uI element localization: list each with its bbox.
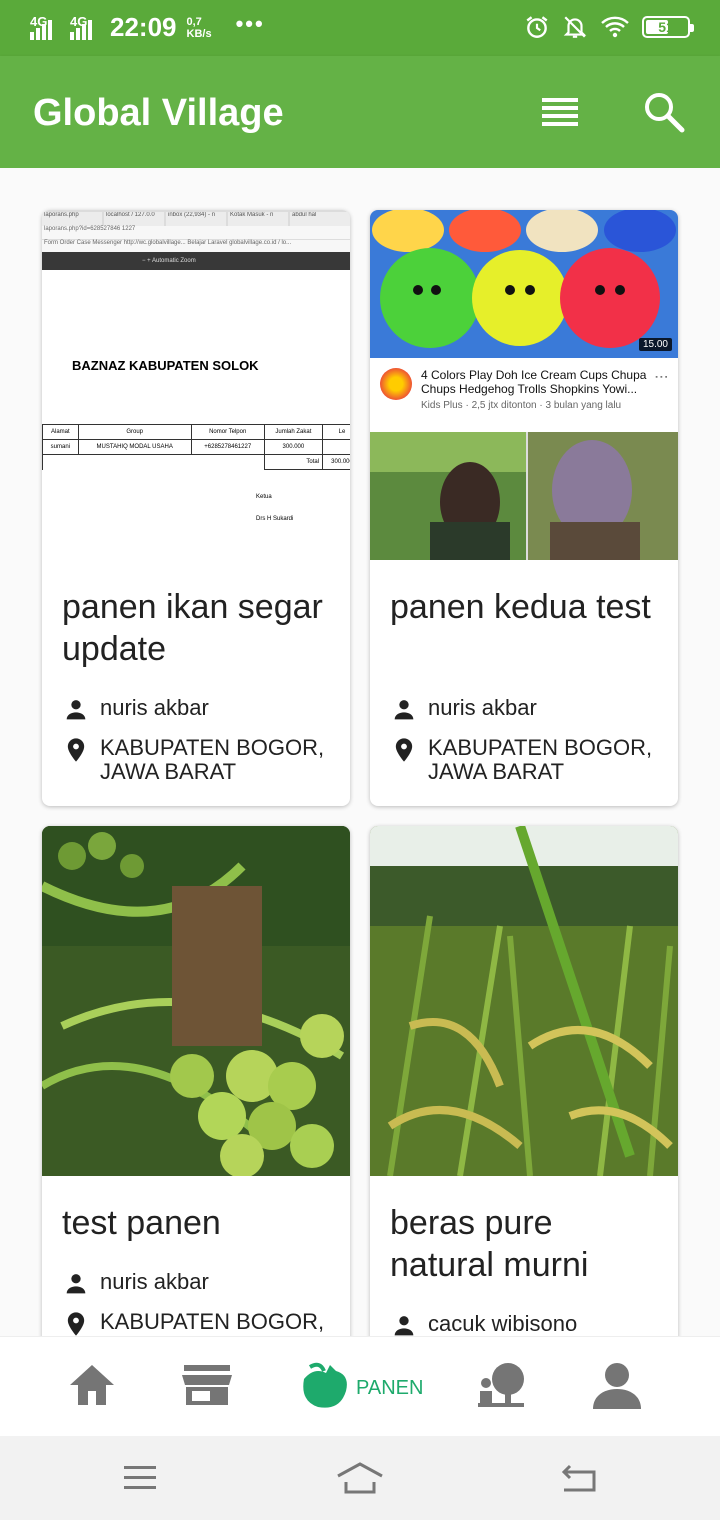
- search-icon[interactable]: [642, 90, 686, 134]
- card-image: [42, 826, 350, 1176]
- table-header-cell: Le: [322, 424, 350, 440]
- location-text: KABUPATEN BOGOR, JAWA BARAT: [428, 735, 653, 784]
- harvest-card[interactable]: test panen nuris akbar KABUPATEN BOGOR,: [42, 826, 350, 1336]
- notifications-off-icon: [563, 16, 587, 38]
- card-location: KABUPATEN BOGOR,: [62, 1310, 342, 1336]
- table-header-cell: Jumlah Zakat: [263, 424, 324, 440]
- coconut-photo: [42, 826, 350, 1176]
- more-notifications: •••: [235, 10, 265, 36]
- location-text: KABUPATEN BOGOR, JAWA BARAT: [100, 735, 325, 784]
- more-vert-icon: ⋮: [654, 370, 670, 384]
- card-user: nuris akbar: [62, 1270, 342, 1298]
- location-text: KABUPATEN BOGOR,: [100, 1309, 325, 1334]
- location-pin-icon: [67, 738, 85, 762]
- video-subtitle: Kids Plus · 2,5 jtx ditonton · 3 bulan y…: [421, 400, 622, 411]
- browser-tab: abdul hal: [290, 212, 350, 226]
- document-screenshot: laporans.php localhost / 127.0.0 inbox (…: [42, 210, 350, 560]
- document-table: Alamat Group Nomor Telpon Jumlah Zakat L…: [42, 424, 350, 470]
- status-bar: 4G 4G 22:09 0,7 KB/s ••• 51: [0, 0, 720, 56]
- battery-level: 51: [658, 19, 674, 35]
- total-value: 300.000: [322, 454, 350, 470]
- card-image: 15.00 4 Colors Play Doh Ice Cream Cups C…: [370, 210, 678, 560]
- speed-unit: KB/s: [186, 27, 212, 40]
- location-pin-icon: [67, 1312, 85, 1336]
- list-view-icon[interactable]: [542, 96, 578, 128]
- card-user: cacuk wibisono: [390, 1312, 670, 1336]
- network-type: 4G: [30, 13, 48, 29]
- network-type: 4G: [70, 13, 88, 29]
- browser-tab: inbox (22,934) - n: [166, 212, 226, 226]
- card-location: KABUPATEN BOGOR, JAWA BARAT: [390, 736, 670, 784]
- harvest-icon[interactable]: [296, 1361, 350, 1411]
- table-header-cell: Group: [77, 424, 192, 440]
- app-bar: Global Village: [0, 56, 720, 168]
- person-icon: [66, 1274, 86, 1294]
- harvest-feed[interactable]: laporans.php localhost / 127.0.0 inbox (…: [0, 168, 720, 1336]
- user-name: cacuk wibisono: [428, 1311, 578, 1336]
- browser-tab: localhost / 127.0.0: [104, 212, 164, 226]
- video-info: 4 Colors Play Doh Ice Cream Cups Chupa C…: [370, 358, 678, 432]
- rice-field-photo: [370, 826, 678, 1176]
- document-footer: Drs H Sukardi: [256, 516, 294, 522]
- channel-avatar: [380, 368, 412, 400]
- card-title: panen kedua test: [390, 588, 651, 626]
- card-user: nuris akbar: [62, 696, 342, 724]
- village-icon[interactable]: [476, 1361, 528, 1409]
- table-header-cell: Alamat: [42, 424, 79, 440]
- table-cell: MUSTAHIQ MODAL USAHA: [77, 439, 192, 455]
- browser-tab: laporans.php: [42, 212, 102, 226]
- harvest-card[interactable]: laporans.php localhost / 127.0.0 inbox (…: [42, 210, 350, 806]
- card-image: laporans.php localhost / 127.0.0 inbox (…: [42, 210, 350, 560]
- document-footer: Ketua: [256, 494, 272, 500]
- table-cell: +6285278461227: [190, 439, 265, 455]
- table-header-cell: Nomor Telpon: [190, 424, 265, 440]
- user-name: nuris akbar: [100, 695, 209, 720]
- store-icon[interactable]: [180, 1361, 234, 1409]
- nav-label-panen[interactable]: PANEN: [356, 1377, 423, 1400]
- table-cell: [322, 439, 350, 455]
- profile-icon[interactable]: [590, 1361, 644, 1411]
- user-name: nuris akbar: [100, 1269, 209, 1294]
- card-image: [370, 826, 678, 1176]
- photo-collage: [370, 432, 678, 560]
- system-navigation: [0, 1436, 720, 1520]
- menu-icon[interactable]: [122, 1464, 158, 1492]
- browser-tab: Kotak Masuk - n: [228, 212, 288, 226]
- user-name: nuris akbar: [428, 695, 537, 720]
- app-title: Global Village: [33, 92, 284, 134]
- signal-icon: 4G: [70, 13, 98, 40]
- browser-bookmarks: Form Order Case Messenger http://wc.glob…: [42, 240, 350, 252]
- video-title: 4 Colors Play Doh Ice Cream Cups Chupa C…: [421, 368, 647, 396]
- home-icon[interactable]: [66, 1361, 118, 1409]
- network-speed: 0,7 KB/s: [187, 16, 212, 40]
- video-duration: 15.00: [638, 338, 672, 351]
- signal-icon: 4G: [30, 13, 58, 40]
- person-icon: [394, 700, 414, 720]
- total-label: Total: [263, 454, 324, 470]
- table-cell: sumani: [42, 439, 79, 455]
- clock: 22:09: [110, 12, 177, 42]
- table-cell: 300.000: [263, 439, 324, 455]
- wifi-icon: [601, 16, 629, 38]
- browser-url: laporans.php?id=628527846 1227: [42, 226, 350, 240]
- card-title: panen ikan segar update: [62, 588, 323, 668]
- alarm-icon: [526, 16, 548, 38]
- harvest-card[interactable]: beras pure natural murni cacuk wibisono: [370, 826, 678, 1336]
- location-pin-icon: [395, 738, 413, 762]
- pdf-toolbar: − + Automatic Zoom: [42, 252, 350, 270]
- card-title: test panen: [62, 1204, 221, 1242]
- harvest-card[interactable]: 15.00 4 Colors Play Doh Ice Cream Cups C…: [370, 210, 678, 806]
- speed-value: 0,7: [186, 15, 202, 28]
- video-thumbnail: [370, 210, 678, 358]
- bottom-navigation: PANEN: [0, 1336, 720, 1436]
- person-icon: [66, 700, 86, 720]
- card-user: nuris akbar: [390, 696, 670, 724]
- battery-icon: 51: [642, 16, 694, 38]
- home-button-icon[interactable]: [334, 1460, 386, 1496]
- back-icon[interactable]: [560, 1462, 600, 1494]
- card-title: beras pure natural murni: [390, 1204, 589, 1284]
- card-location: KABUPATEN BOGOR, JAWA BARAT: [62, 736, 342, 784]
- person-icon: [394, 1316, 414, 1336]
- document-heading: BAZNAZ KABUPATEN SOLOK: [72, 358, 259, 373]
